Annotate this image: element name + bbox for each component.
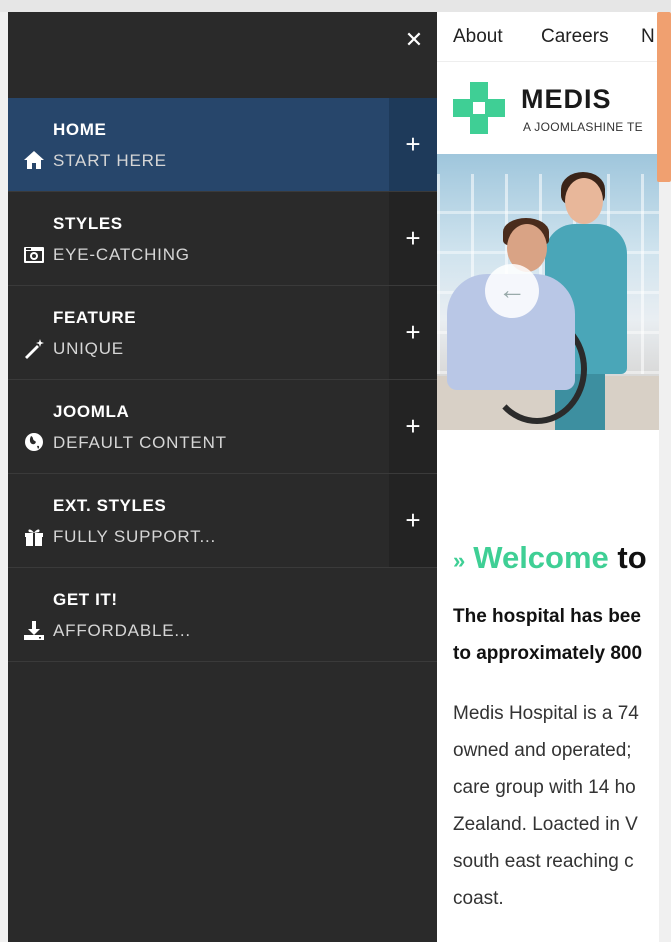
body-line: south east reaching c [453,851,634,872]
close-menu-button[interactable]: ✕ [398,24,430,56]
camera-icon [24,247,44,263]
nav-careers-link[interactable]: Careers [541,26,609,48]
body-line: coast. [453,888,504,909]
body-paragraph: Medis Hospital is a 74 owned and operate… [453,695,659,917]
menu-item-subtitle: DEFAULT CONTENT [53,433,227,452]
menu-item-subtitle: EYE-CATCHING [53,245,190,264]
offcanvas-menu: ✕ HOME START HERE + STYLES EYE-CATCHING … [8,12,437,942]
home-icon [24,151,44,169]
menu-item-ext-styles[interactable]: EXT. STYLES FULLY SUPPORT... + [8,474,437,568]
menu-item-title: FEATURE [53,308,137,327]
top-border [0,0,671,12]
menu-item-subtitle: AFFORDABLE... [53,621,191,640]
body-line: Medis Hospital is a 74 [453,703,639,724]
body-line: Zealand. Loacted in V [453,814,638,835]
brand-tagline: A JOOMLASHINE TE [523,120,643,134]
menu-item-title: JOOMLA [53,402,130,421]
expand-styles-button[interactable]: + [389,192,437,285]
body-line: care group with 14 ho [453,777,636,798]
expand-feature-button[interactable]: + [389,286,437,379]
body-line: owned and operated; [453,740,632,761]
menu-item-title: EXT. STYLES [53,496,167,515]
welcome-to-word: to [617,540,647,575]
menu-item-home[interactable]: HOME START HERE + [8,98,437,192]
gift-icon [25,529,43,546]
menu-item-title: GET IT! [53,590,118,609]
globe-icon [25,433,43,451]
nav-news-link[interactable]: N [641,26,655,48]
nav-about-link[interactable]: About [453,26,503,48]
brand-name[interactable]: MEDIS [521,84,612,115]
menu-item-subtitle: UNIQUE [53,339,124,358]
menu-item-subtitle: START HERE [53,151,167,170]
menu-item-joomla[interactable]: JOOMLA DEFAULT CONTENT + [8,380,437,474]
top-navigation: About Careers N [437,12,659,62]
menu-item-title: HOME [53,120,107,139]
medis-logo-icon[interactable] [453,82,505,134]
menu-item-get-it[interactable]: GET IT! AFFORDABLE... [8,568,437,662]
welcome-word: Welcome [473,540,609,575]
lead-paragraph: The hospital has bee to approximately 80… [453,598,659,672]
menu-item-title: STYLES [53,214,123,233]
menu-item-subtitle: FULLY SUPPORT... [53,527,217,546]
lead-line: to approximately 800 [453,643,643,664]
download-icon [24,621,44,640]
expand-ext-styles-button[interactable]: + [389,474,437,567]
lead-line: The hospital has bee [453,606,641,627]
menu-item-feature[interactable]: FEATURE UNIQUE + [8,286,437,380]
expand-joomla-button[interactable]: + [389,380,437,473]
background-page: About Careers N MEDIS A JOOMLASHINE TE ←… [437,12,659,942]
hero-slider: ← [437,154,659,430]
welcome-quote-icon: » [453,548,466,573]
slider-prev-button[interactable]: ← [485,264,539,318]
menu-item-styles[interactable]: STYLES EYE-CATCHING + [8,192,437,286]
page-scrollbar-thumb[interactable] [657,12,671,182]
welcome-heading: » Welcome to [453,540,647,576]
magic-wand-icon [25,339,44,359]
expand-home-button[interactable]: + [389,98,437,191]
menu-header: ✕ [8,12,437,98]
